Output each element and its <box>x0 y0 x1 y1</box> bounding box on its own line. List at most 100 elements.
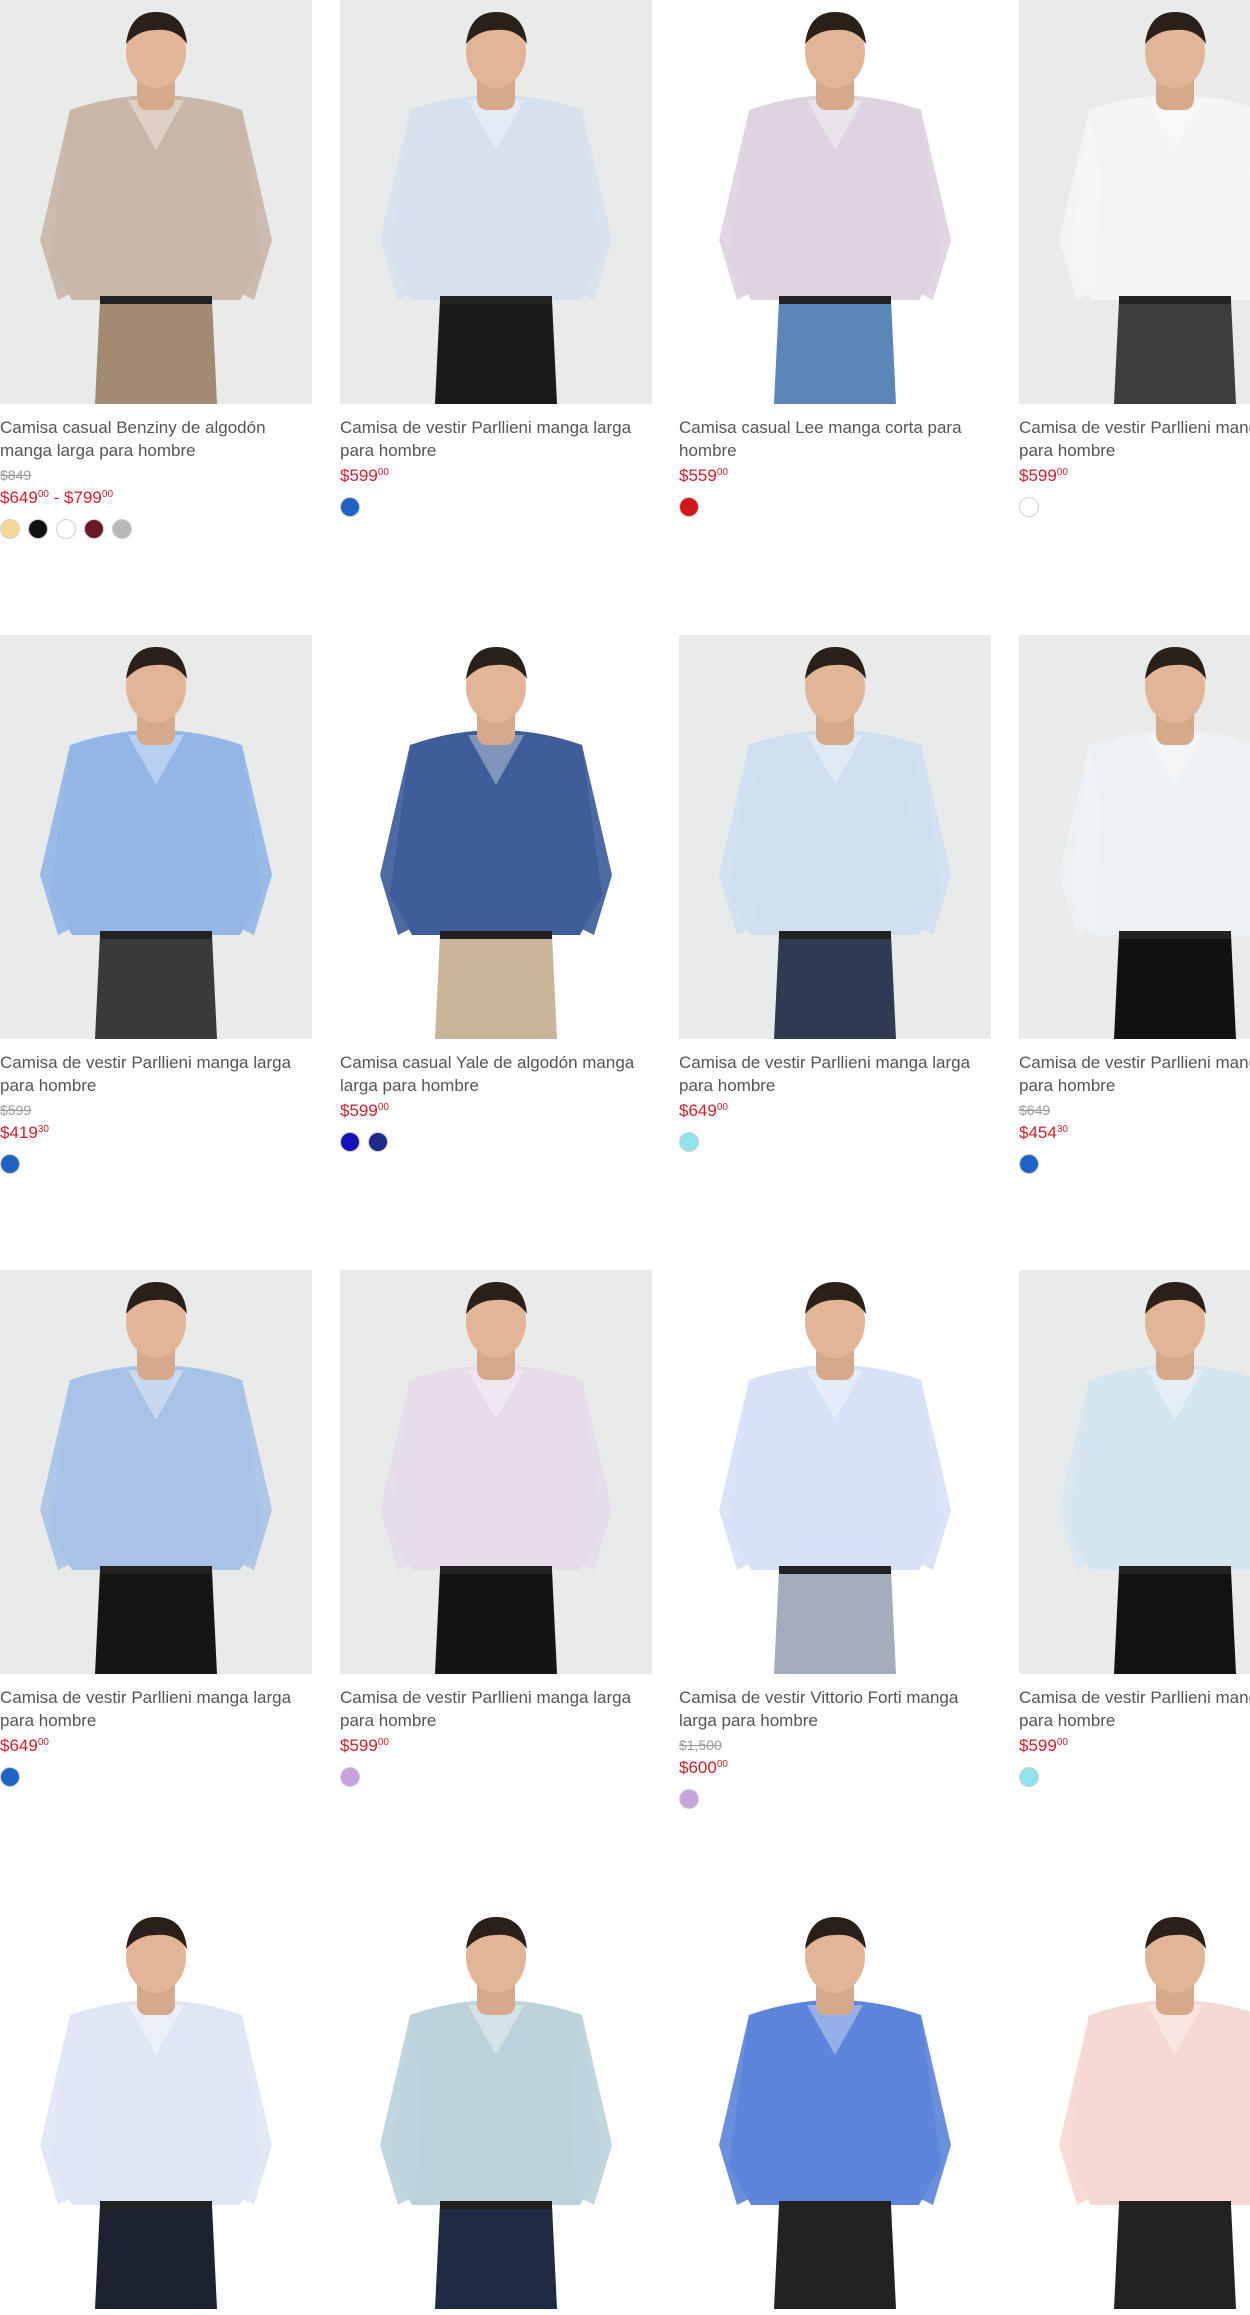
product-card[interactable]: Camisa casual Benziny de algodón manga l… <box>0 0 312 543</box>
color-swatch[interactable] <box>340 1132 360 1152</box>
color-swatches <box>679 1789 991 1813</box>
product-card[interactable]: Camisa de vestir Parllieni manga larga p… <box>340 1270 652 1791</box>
product-title[interactable]: Camisa casual Lee manga corta para hombr… <box>679 416 991 462</box>
color-swatch[interactable] <box>368 1132 388 1152</box>
color-swatch[interactable] <box>679 497 699 517</box>
product-title[interactable]: Camisa de vestir Parllieni manga larga p… <box>1019 1686 1250 1732</box>
product-title[interactable]: Camisa de vestir Parllieni manga larga p… <box>1019 1051 1250 1097</box>
product-image[interactable] <box>340 1270 652 1674</box>
product-price: $59900 <box>340 1732 652 1757</box>
product-price: $59900 <box>1019 462 1250 487</box>
product-title[interactable]: Camisa de vestir Vittorio Forti manga la… <box>679 1686 991 1732</box>
model-figure <box>719 647 951 1039</box>
model-figure <box>1059 1917 1250 2309</box>
product-image[interactable] <box>340 1905 652 2309</box>
color-swatch[interactable] <box>56 519 76 539</box>
model-figure <box>40 1917 272 2309</box>
product-image[interactable] <box>679 0 991 404</box>
color-swatches <box>1019 1154 1250 1178</box>
product-price: $41930 <box>0 1119 312 1144</box>
product-image[interactable] <box>340 635 652 1039</box>
price-cents: 00 <box>37 1737 49 1748</box>
product-grid: Camisa casual Benziny de algodón manga l… <box>0 0 1250 2315</box>
color-swatch[interactable] <box>112 519 132 539</box>
price-amount: $599 <box>1019 1736 1057 1755</box>
color-swatches <box>340 1132 652 1156</box>
product-card[interactable] <box>340 1905 652 2309</box>
product-card[interactable]: Camisa de vestir Parllieni manga larga p… <box>1019 635 1250 1178</box>
product-image[interactable] <box>1019 1905 1250 2309</box>
color-swatch[interactable] <box>679 1132 699 1152</box>
color-swatch[interactable] <box>0 1767 20 1787</box>
price-amount: $419 <box>0 1123 38 1142</box>
product-card[interactable]: Camisa de vestir Parllieni manga larga p… <box>0 1270 312 1791</box>
price-to-amount: - $799 <box>48 488 102 507</box>
color-swatch[interactable] <box>340 1767 360 1787</box>
product-title[interactable]: Camisa de vestir Parllieni manga larga p… <box>0 1051 312 1097</box>
product-card[interactable] <box>679 1905 991 2309</box>
price-cents: 00 <box>716 467 728 478</box>
model-figure <box>40 1282 272 1674</box>
product-image[interactable] <box>679 1905 991 2309</box>
price-amount: $559 <box>679 466 717 485</box>
product-title[interactable]: Camisa casual Yale de algodón manga larg… <box>340 1051 652 1097</box>
product-card[interactable]: Camisa de vestir Parllieni manga larga p… <box>679 635 991 1156</box>
color-swatch[interactable] <box>84 519 104 539</box>
price-cents: 00 <box>716 1759 728 1770</box>
product-price: $64900 <box>0 1732 312 1757</box>
color-swatch[interactable] <box>1019 1767 1039 1787</box>
product-price: $64900 - $79900 <box>0 484 312 509</box>
price-amount: $649 <box>0 1736 38 1755</box>
color-swatch[interactable] <box>340 497 360 517</box>
product-card[interactable] <box>0 1905 312 2309</box>
product-image[interactable] <box>1019 635 1250 1039</box>
product-title[interactable]: Camisa de vestir Parllieni manga larga p… <box>340 416 652 462</box>
product-image[interactable] <box>1019 0 1250 404</box>
product-image[interactable] <box>340 0 652 404</box>
product-card[interactable]: Camisa de vestir Parllieni manga larga p… <box>1019 0 1250 521</box>
color-swatch[interactable] <box>0 1154 20 1174</box>
product-title[interactable]: Camisa casual Benziny de algodón manga l… <box>0 416 312 462</box>
product-image[interactable] <box>0 0 312 404</box>
model-figure <box>380 1917 612 2309</box>
price-cents: 00 <box>716 1102 728 1113</box>
color-swatch[interactable] <box>679 1789 699 1809</box>
price-amount: $599 <box>340 1101 378 1120</box>
original-price: $599 <box>0 1102 32 1118</box>
price-amount: $454 <box>1019 1123 1057 1142</box>
product-card[interactable] <box>1019 1905 1250 2309</box>
color-swatch[interactable] <box>1019 497 1039 517</box>
product-price: $59900 <box>340 462 652 487</box>
product-card[interactable]: Camisa de vestir Parllieni manga larga p… <box>1019 1270 1250 1791</box>
product-image[interactable] <box>679 1270 991 1674</box>
product-image[interactable] <box>0 1270 312 1674</box>
product-image[interactable] <box>1019 1270 1250 1674</box>
color-swatches <box>340 497 652 521</box>
color-swatches <box>0 1767 312 1791</box>
product-title[interactable]: Camisa de vestir Parllieni manga larga p… <box>1019 416 1250 462</box>
product-price: $60000 <box>679 1754 991 1779</box>
color-swatches <box>679 497 991 521</box>
product-image[interactable] <box>679 635 991 1039</box>
product-card[interactable]: Camisa de vestir Vittorio Forti manga la… <box>679 1270 991 1813</box>
color-swatch[interactable] <box>1019 1154 1039 1174</box>
price-cents: 00 <box>37 489 49 500</box>
color-swatches <box>1019 497 1250 521</box>
product-image[interactable] <box>0 1905 312 2309</box>
model-figure <box>719 12 951 404</box>
product-title[interactable]: Camisa de vestir Parllieni manga larga p… <box>0 1686 312 1732</box>
product-image[interactable] <box>0 635 312 1039</box>
price-cents: 00 <box>1056 1737 1068 1748</box>
product-card[interactable]: Camisa casual Lee manga corta para hombr… <box>679 0 991 521</box>
product-card[interactable]: Camisa casual Yale de algodón manga larg… <box>340 635 652 1156</box>
price-cents: 30 <box>37 1124 49 1135</box>
color-swatch[interactable] <box>28 519 48 539</box>
product-title[interactable]: Camisa de vestir Parllieni manga larga p… <box>340 1686 652 1732</box>
price-amount: $599 <box>340 1736 378 1755</box>
product-title[interactable]: Camisa de vestir Parllieni manga larga p… <box>679 1051 991 1097</box>
color-swatch[interactable] <box>0 519 20 539</box>
product-card[interactable]: Camisa de vestir Parllieni manga larga p… <box>340 0 652 521</box>
original-price: $1,500 <box>679 1737 722 1753</box>
product-card[interactable]: Camisa de vestir Parllieni manga larga p… <box>0 635 312 1178</box>
color-swatches <box>679 1132 991 1156</box>
